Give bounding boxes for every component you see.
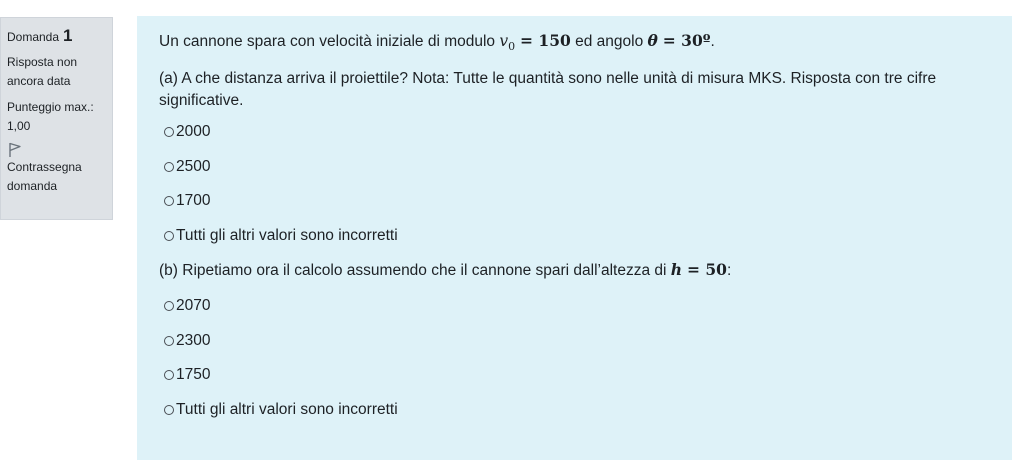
velocity-symbol: v — [499, 32, 509, 50]
height-value: = 50 — [686, 260, 727, 280]
option-label: 2000 — [176, 123, 211, 141]
velocity-value: = 150 — [520, 31, 571, 50]
radio-button[interactable] — [164, 370, 174, 381]
option-label: 1750 — [176, 366, 211, 384]
question-info-panel: Domanda 1 Risposta non ancora data Punte… — [0, 17, 113, 220]
option-label: 1700 — [176, 192, 211, 210]
part-a-text: (a) A che distanza arriva il proiettile?… — [159, 70, 937, 110]
angle-formula: θ = 30º — [647, 31, 711, 50]
height-symbol: h — [670, 260, 683, 280]
option-a-3[interactable]: 1700 — [164, 190, 993, 212]
option-label: 2070 — [176, 297, 211, 315]
option-a-4[interactable]: Tutti gli altri valori sono incorretti — [164, 225, 993, 247]
angle-symbol: θ — [647, 31, 658, 50]
option-a-1[interactable]: 2000 — [164, 121, 993, 143]
option-label: Tutti gli altri valori sono incorretti — [176, 400, 398, 418]
radio-button[interactable] — [164, 161, 174, 172]
question-intro-middle: ed angolo — [570, 33, 648, 50]
velocity-subscript: 0 — [508, 40, 516, 54]
part-b-options: 2070 2300 1750 Tutti gli altri valori so… — [159, 295, 993, 421]
question-content: Un cannone spara con velocità iniziale d… — [137, 16, 1012, 460]
question-number-heading: Domanda 1 — [7, 26, 106, 47]
radio-button[interactable] — [164, 127, 174, 138]
flag-question-toggle[interactable]: Contrassegna domanda — [7, 142, 106, 196]
option-a-2[interactable]: 2500 — [164, 156, 993, 178]
part-b-end: : — [726, 262, 732, 280]
angle-value: = 30º — [662, 31, 711, 50]
question-number: 1 — [63, 26, 73, 45]
option-b-4[interactable]: Tutti gli altri valori sono incorretti — [164, 399, 993, 421]
question-text: Un cannone spara con velocità iniziale d… — [159, 30, 993, 58]
radio-button[interactable] — [164, 196, 174, 207]
option-b-3[interactable]: 1750 — [164, 364, 993, 386]
question-grade: Punteggio max.: 1,00 — [7, 100, 94, 133]
question-intro-text: Un cannone spara con velocità iniziale d… — [159, 33, 500, 50]
part-a-options: 2000 2500 1700 Tutti gli altri valori so… — [159, 121, 993, 247]
velocity-formula: v0 = 150 — [499, 31, 571, 54]
option-label: 2500 — [176, 157, 211, 175]
part-b-text: (b) Ripetiamo ora il calcolo assumendo c… — [159, 259, 993, 282]
question-intro-end: . — [710, 33, 715, 50]
radio-button[interactable] — [164, 230, 174, 241]
option-b-1[interactable]: 2070 — [164, 295, 993, 317]
question-label: Domanda — [7, 30, 60, 44]
radio-button[interactable] — [164, 301, 174, 312]
flag-question-label: Contrassegna domanda — [7, 160, 82, 193]
question-state: Risposta non ancora data — [7, 55, 78, 88]
option-b-2[interactable]: 2300 — [164, 330, 993, 352]
option-label: Tutti gli altri valori sono incorretti — [176, 226, 398, 244]
radio-button[interactable] — [164, 335, 174, 346]
radio-button[interactable] — [164, 404, 174, 415]
height-formula: h = 50 — [670, 260, 727, 280]
part-b-intro: (b) Ripetiamo ora il calcolo assumendo c… — [159, 262, 671, 280]
option-label: 2300 — [176, 331, 211, 349]
flag-icon — [9, 142, 21, 157]
